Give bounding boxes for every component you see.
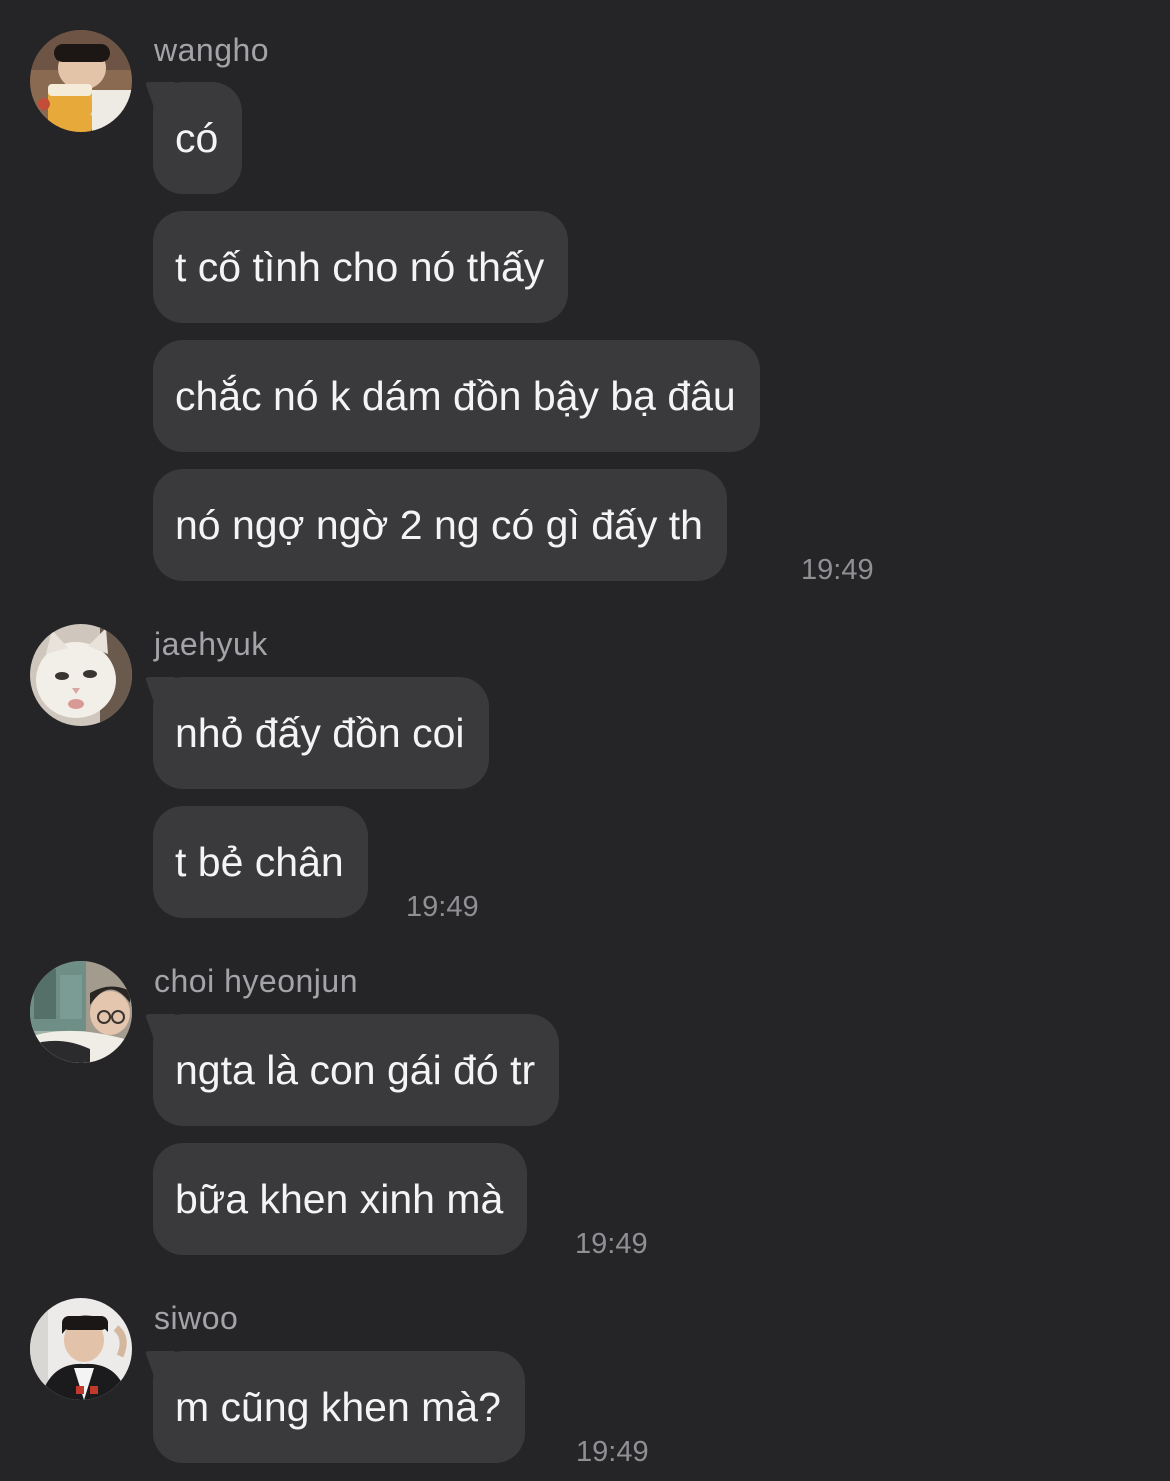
message-bubble[interactable]: t bẻ chân	[153, 806, 368, 918]
message-text: bữa khen xinh mà	[175, 1175, 504, 1222]
message-timestamp: 19:49	[406, 891, 479, 923]
message-timestamp: 19:49	[576, 1436, 649, 1468]
message-bubble[interactable]: chắc nó k dám đồn bậy bạ đâu	[153, 340, 760, 452]
message-timestamp: 19:49	[801, 554, 874, 586]
message-text: nhỏ đấy đồn coi	[175, 709, 465, 756]
message-text: t bẻ chân	[175, 838, 344, 885]
avatar[interactable]	[30, 624, 132, 726]
message-bubble[interactable]: ngta là con gái đó tr	[153, 1014, 560, 1126]
message-bubble[interactable]: nhỏ đấy đồn coi	[153, 677, 489, 789]
message-bubble[interactable]: m cũng khen mà?	[153, 1351, 525, 1463]
message-text: nó ngợ ngờ 2 ng có gì đấy th	[175, 501, 703, 548]
avatar[interactable]	[30, 1298, 132, 1400]
message-text: chắc nó k dám đồn bậy bạ đâu	[175, 372, 736, 419]
message-timestamp: 19:49	[575, 1228, 648, 1260]
message-text: có	[175, 114, 219, 161]
message-bubble[interactable]: nó ngợ ngờ 2 ng có gì đấy th	[153, 469, 727, 581]
sender-name: siwoo	[154, 1300, 239, 1336]
avatar[interactable]	[30, 30, 132, 132]
message-text: t cố tình cho nó thấy	[175, 243, 545, 290]
sender-name: choi hyeonjun	[154, 963, 358, 999]
message-bubble[interactable]: có	[153, 82, 243, 194]
message-bubble[interactable]: bữa khen xinh mà	[153, 1143, 528, 1255]
message-bubble[interactable]: t cố tình cho nó thấy	[153, 211, 569, 323]
sender-name: jaehyuk	[154, 626, 268, 662]
message-text: m cũng khen mà?	[175, 1383, 501, 1430]
message-text: ngta là con gái đó tr	[175, 1046, 536, 1093]
sender-name: wangho	[154, 32, 270, 68]
avatar[interactable]	[30, 961, 132, 1063]
